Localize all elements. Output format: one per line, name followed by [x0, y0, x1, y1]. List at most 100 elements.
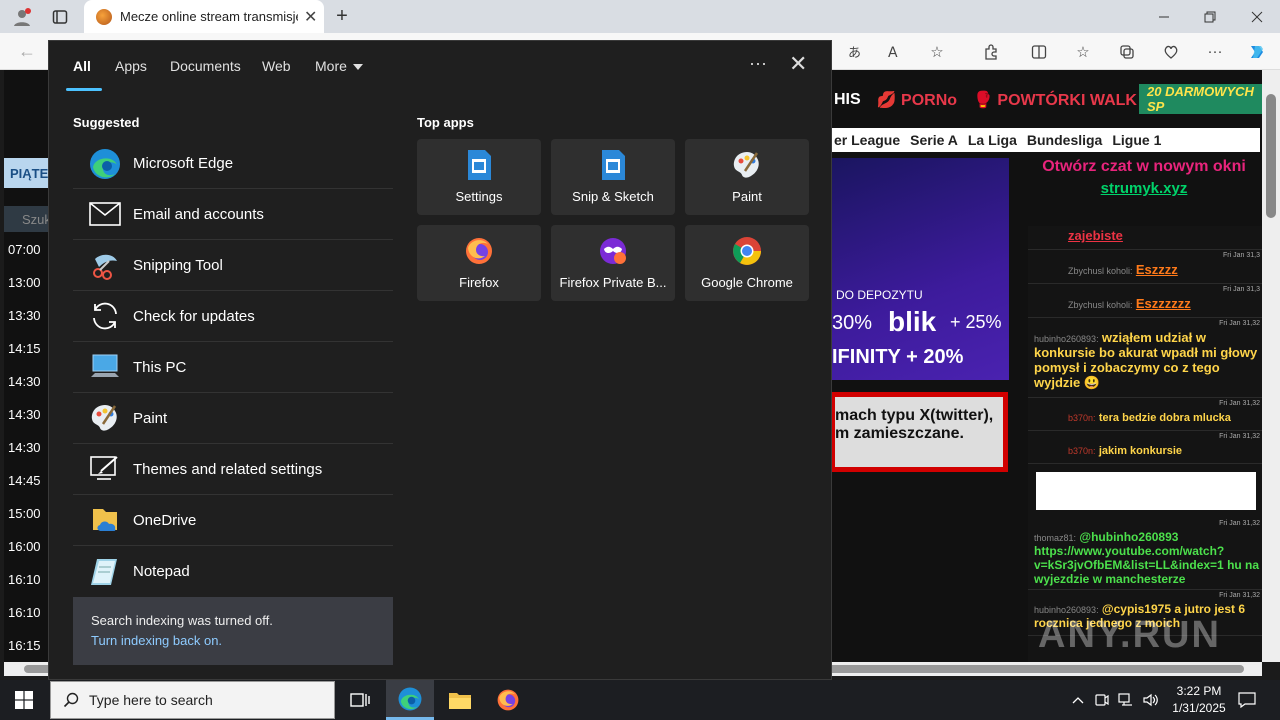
translate-icon[interactable]: あ [842, 33, 872, 70]
restore-icon[interactable] [1198, 0, 1222, 33]
vertical-scrollbar[interactable] [1262, 70, 1280, 662]
ad-text: IFINITY + 20% [832, 346, 964, 368]
chat-message: Fri Jan 31,3 Zbychusl koholi: Eszzzz [1028, 250, 1262, 284]
taskbar-file-explorer[interactable] [436, 680, 484, 720]
casino-ad-banner[interactable]: DO DEPOZYTU 30% blik + 25% IFINITY + 20% [832, 158, 1009, 380]
suggested-heading: Suggested [73, 115, 140, 130]
tab-documents[interactable]: Documents [170, 58, 241, 74]
extensions-icon[interactable] [976, 33, 1006, 70]
league-link[interactable]: Serie A [910, 132, 958, 148]
league-link[interactable]: La Liga [968, 132, 1017, 148]
suggested-item-themes[interactable]: Themes and related settings [73, 444, 393, 495]
chat-message: Fri Jan 31,32 thomaz81: @hubinho260893 h… [1028, 518, 1262, 590]
onedrive-icon [87, 502, 123, 538]
mail-icon [87, 196, 123, 232]
suggested-item-paint[interactable]: Paint [73, 393, 393, 444]
new-tab-button[interactable]: + [330, 0, 354, 33]
folder-icon [449, 693, 471, 709]
favorite-star-icon[interactable]: ☆ [922, 33, 952, 70]
active-tab[interactable]: Mecze online stream transmisje ✕ [84, 0, 324, 33]
settings-menu-icon[interactable]: ··· [1200, 33, 1230, 70]
promo-banner[interactable]: 20 DARMOWYCH SP [1139, 84, 1262, 114]
suggested-item-this-pc[interactable]: This PC [73, 342, 393, 393]
chat-message: Fri Jan 31,32 b370n: tera bedzie dobra m… [1028, 398, 1262, 431]
tab-close-icon[interactable]: ✕ [304, 7, 317, 27]
settings-icon [463, 149, 495, 181]
match-time: 15:00 [8, 506, 41, 521]
profile-icon[interactable] [8, 0, 36, 33]
search-field[interactable]: Szuk [4, 206, 52, 232]
browser-essentials-icon[interactable] [1156, 33, 1186, 70]
match-time: 13:30 [8, 308, 41, 323]
more-options-icon[interactable]: ··· [749, 53, 767, 74]
notifications-icon[interactable] [1236, 680, 1258, 720]
taskbar-firefox[interactable] [484, 680, 532, 720]
suggested-item-edge[interactable]: Microsoft Edge [73, 139, 393, 189]
match-time: 16:10 [8, 572, 41, 587]
chat-message: Fri Jan 31,32 b370n: jakim konkursie [1028, 431, 1262, 464]
menu-item[interactable]: HIS [834, 91, 861, 109]
match-times: 07:00 13:00 13:30 14:15 14:30 14:30 14:3… [4, 233, 48, 662]
clock[interactable]: 3:22 PM 1/31/2025 [1160, 683, 1238, 717]
tab-all[interactable]: All [73, 58, 91, 74]
indexing-notice: Search indexing was turned off. Turn ind… [73, 597, 393, 665]
top-app-firefox-private[interactable]: Firefox Private B... [551, 225, 675, 301]
chat-input[interactable] [1036, 472, 1256, 510]
suggested-item-snipping-tool[interactable]: Snipping Tool [73, 240, 393, 291]
search-tabs: All Apps Documents Web More ··· ✕ [49, 41, 833, 91]
match-time: 14:30 [8, 440, 41, 455]
chat-site-link[interactable]: strumyk.xyz [1026, 180, 1262, 197]
read-aloud-icon[interactable]: A [882, 33, 912, 70]
chat-open-link[interactable]: Otwórz czat w nowym okni [1026, 158, 1262, 176]
network-icon[interactable] [1116, 680, 1136, 720]
taskbar-edge[interactable] [386, 680, 434, 720]
top-app-chrome[interactable]: Google Chrome [685, 225, 809, 301]
task-view-button[interactable] [336, 680, 384, 720]
split-screen-icon[interactable] [1024, 33, 1054, 70]
ad-text: DO DEPOZYTU [836, 288, 923, 302]
volume-icon[interactable] [1140, 680, 1160, 720]
scrollbar-thumb[interactable] [1266, 94, 1276, 218]
day-tab[interactable]: PIĄTE [4, 158, 52, 188]
league-link[interactable]: Bundesliga [1027, 132, 1102, 148]
window-close-icon[interactable] [1245, 0, 1269, 33]
chat-header: Otwórz czat w nowym okni strumyk.xyz [1026, 158, 1262, 197]
match-time: 13:00 [8, 275, 41, 290]
tray-overflow-chevron-icon[interactable] [1068, 680, 1088, 720]
suggested-item-check-updates[interactable]: Check for updates [73, 291, 393, 342]
menu-item[interactable]: 💋 PORNo [877, 90, 957, 110]
suggested-item-onedrive[interactable]: OneDrive [73, 495, 393, 546]
minimize-icon[interactable] [1152, 0, 1176, 33]
taskbar: Type here to search 3:22 PM 1/31/2025 [0, 680, 1280, 720]
top-app-paint[interactable]: Paint [685, 139, 809, 215]
suggested-item-notepad[interactable]: Notepad [73, 546, 393, 597]
palette-icon [731, 149, 763, 181]
tab-web[interactable]: Web [262, 58, 291, 74]
match-time: 16:10 [8, 605, 41, 620]
chevron-down-icon [352, 64, 363, 71]
suggested-item-email[interactable]: Email and accounts [73, 189, 393, 240]
chrome-icon [731, 235, 763, 267]
start-button[interactable] [0, 680, 48, 720]
meet-now-icon[interactable] [1092, 680, 1112, 720]
match-time: 14:30 [8, 407, 41, 422]
indexing-link[interactable]: Turn indexing back on. [91, 633, 375, 648]
menu-item[interactable]: 🥊 POWTÓRKI WALK [973, 90, 1137, 110]
tab-apps[interactable]: Apps [115, 58, 147, 74]
favorites-icon[interactable]: ☆ [1068, 33, 1098, 70]
back-arrow-icon[interactable]: ← [12, 33, 42, 70]
close-icon[interactable]: ✕ [789, 51, 807, 77]
top-app-settings[interactable]: Settings [417, 139, 541, 215]
league-link[interactable]: Ligue 1 [1112, 132, 1161, 148]
match-time: 07:00 [8, 242, 41, 257]
copilot-icon[interactable] [1242, 33, 1272, 70]
top-app-firefox[interactable]: Firefox [417, 225, 541, 301]
tab-actions-icon[interactable] [46, 0, 74, 33]
match-time: 14:45 [8, 473, 41, 488]
top-app-snip-sketch[interactable]: Snip & Sketch [551, 139, 675, 215]
taskbar-search-box[interactable]: Type here to search [50, 681, 335, 719]
tab-more[interactable]: More [315, 58, 363, 74]
league-link[interactable]: er League [834, 132, 900, 148]
collections-icon[interactable] [1112, 33, 1142, 70]
svg-text:あ: あ [848, 46, 861, 60]
